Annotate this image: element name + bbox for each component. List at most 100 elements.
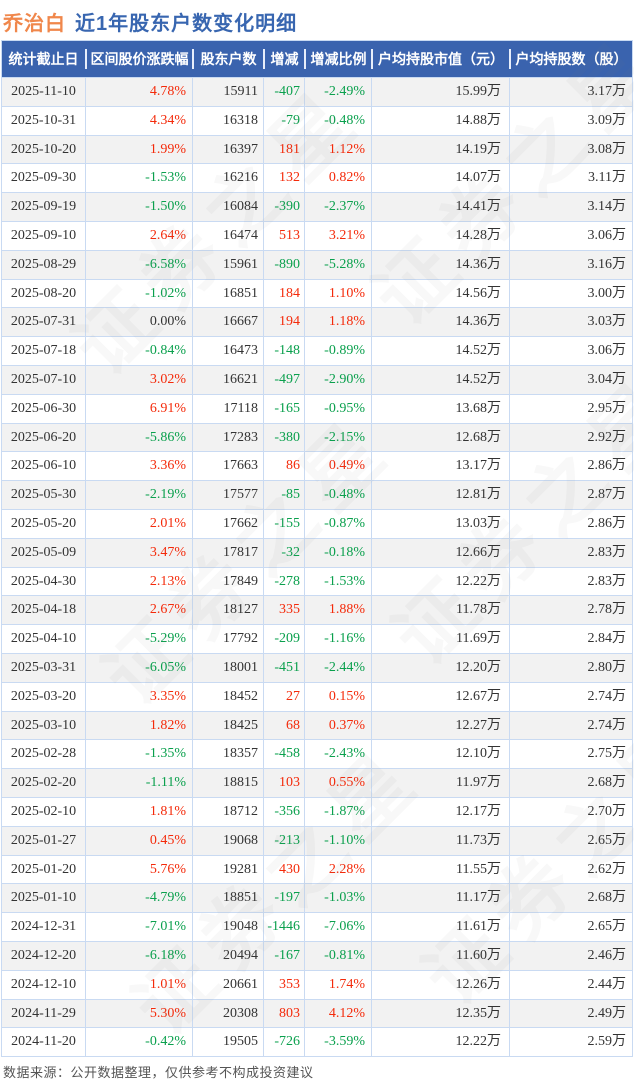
table-row: 2025-11-10 4.78% 15911 -407 -2.49% 15.99万 3.17… [2, 77, 632, 106]
cell-avg-value: 14.19万 [371, 135, 509, 164]
cell-delta-pct: -2.44% [304, 653, 371, 682]
cell-delta-pct: 1.10% [304, 279, 371, 308]
cell-date: 2024-11-20 [11, 1034, 76, 1050]
cell-holder-count: 19048 [192, 913, 263, 941]
cell-avg-shares: 3.00万 [509, 279, 632, 308]
cell-date: 2024-12-31 [10, 919, 77, 935]
cell-delta: 513 [263, 221, 304, 250]
header-avg-shares: 户均持股数（股） [509, 49, 632, 69]
table-row: 2025-07-18 -0.84% 16473 -148 -0.89% 14.52万 3.0… [2, 336, 632, 365]
cell-delta: -79 [263, 106, 304, 135]
cell-delta: -213 [263, 826, 304, 855]
table-row: 2025-07-10 3.02% 16621 -497 -2.90% 14.52万 3.04… [2, 364, 632, 394]
cell-delta-pct: -0.48% [304, 106, 371, 135]
cell-avg-value: 14.88万 [371, 106, 509, 135]
table-row: 2025-04-10 -5.29% 17792 -209 -1.16% 11.69万 2.8… [2, 624, 632, 653]
header-avg-value: 户均持股市值（元） [371, 49, 509, 69]
cell-price-change: 2.13% [85, 567, 192, 596]
table-header-row: 统计截止日 区间股价涨跌幅 股东户数 增减 增减比例 户均持股市值（元） 户均持… [2, 41, 632, 77]
cell-date: 2025-03-10 [10, 717, 77, 733]
cell-avg-value: 12.22万 [371, 1028, 509, 1057]
cell-avg-shares: 3.16万 [509, 250, 632, 279]
cell-date: 2025-02-10 [10, 803, 77, 819]
cell-delta-pct: -2.90% [304, 365, 371, 394]
cell-date: 2025-01-27 [10, 832, 77, 848]
cell-holder-count: 17577 [192, 481, 263, 509]
cell-avg-shares: 2.86万 [509, 452, 632, 481]
cell-avg-value: 14.28万 [371, 221, 509, 250]
cell-delta: 181 [263, 135, 304, 164]
cell-price-change: 0.45% [85, 826, 192, 855]
cell-avg-value: 11.60万 [371, 941, 509, 970]
cell-avg-value: 11.55万 [371, 855, 509, 884]
cell-price-change: -6.18% [85, 941, 192, 970]
table-row: 2025-08-20 -1.02% 16851 184 1.10% 14.56万 3.00万 [2, 278, 632, 308]
table-row: 2025-05-30 -2.19% 17577 -85 -0.48% 12.81万 2.87… [2, 480, 632, 509]
cell-holder-count: 16851 [192, 279, 263, 308]
table-row: 2024-11-29 5.30% 20308 803 4.12% 12.35万 2.49万 [2, 998, 632, 1028]
cell-avg-value: 12.17万 [371, 797, 509, 826]
cell-delta-pct: -1.53% [304, 567, 371, 596]
cell-delta: -148 [263, 337, 304, 365]
cell-delta: -390 [263, 193, 304, 221]
page-title: 乔治白 近1年股东户数变化明细 [0, 0, 634, 40]
cell-holder-count: 17849 [192, 567, 263, 596]
cell-avg-value: 14.41万 [371, 193, 509, 221]
cell-date: 2025-03-31 [10, 659, 77, 675]
cell-delta-pct: -2.15% [304, 423, 371, 452]
cell-delta-pct: -2.43% [304, 740, 371, 769]
cell-delta: -209 [263, 625, 304, 653]
cell-delta-pct: 1.88% [304, 596, 371, 625]
cell-avg-value: 12.10万 [371, 740, 509, 769]
cell-avg-shares: 2.80万 [509, 653, 632, 682]
cell-avg-shares: 2.65万 [509, 913, 632, 941]
cell-delta-pct: -2.49% [304, 78, 371, 106]
cell-delta: -726 [263, 1028, 304, 1057]
cell-price-change: 4.34% [85, 106, 192, 135]
cell-holder-count: 17792 [192, 625, 263, 653]
cell-price-change: 2.67% [85, 596, 192, 625]
cell-avg-value: 14.36万 [371, 250, 509, 279]
cell-avg-value: 11.17万 [371, 884, 509, 913]
table-row: 2025-06-20 -5.86% 17283 -380 -2.15% 12.68万 2.9… [2, 422, 632, 452]
cell-avg-value: 13.68万 [371, 394, 509, 423]
cell-holder-count: 16397 [192, 135, 263, 164]
cell-date: 2024-12-10 [10, 976, 77, 992]
cell-delta-pct: 2.28% [304, 855, 371, 884]
table-row: 2025-01-27 0.45% 19068 -213 -1.10% 11.73万 2.65… [2, 825, 632, 855]
cell-holder-count: 17662 [192, 509, 263, 538]
cell-avg-shares: 2.74万 [509, 682, 632, 711]
cell-price-change: 1.81% [85, 797, 192, 826]
cell-avg-value: 11.78万 [371, 596, 509, 625]
cell-price-change: -1.35% [85, 740, 192, 769]
cell-delta: 194 [263, 308, 304, 337]
cell-avg-shares: 2.78万 [509, 596, 632, 625]
cell-delta: 86 [263, 452, 304, 481]
cell-avg-shares: 2.44万 [509, 970, 632, 999]
cell-date: 2025-07-31 [10, 314, 77, 330]
table-row: 2025-01-20 5.76% 19281 430 2.28% 11.55万 2.62万 [2, 854, 632, 884]
cell-price-change: 1.99% [85, 135, 192, 164]
cell-avg-value: 13.03万 [371, 509, 509, 538]
cell-holder-count: 17817 [192, 538, 263, 567]
cell-holder-count: 16667 [192, 308, 263, 337]
table-body: 2025-11-10 4.78% 15911 -407 -2.49% 15.99万 3.17… [2, 77, 632, 1057]
cell-avg-value: 12.26万 [371, 970, 509, 999]
cell-avg-value: 15.99万 [371, 78, 509, 106]
cell-avg-value: 14.52万 [371, 337, 509, 365]
cell-holder-count: 18357 [192, 740, 263, 769]
cell-delta: -458 [263, 740, 304, 769]
shareholder-table: 统计截止日 区间股价涨跌幅 股东户数 增减 增减比例 户均持股市值（元） 户均持… [1, 40, 633, 1058]
cell-avg-shares: 2.83万 [509, 538, 632, 567]
cell-delta-pct: 0.37% [304, 711, 371, 740]
cell-delta-pct: -1.03% [304, 884, 371, 913]
cell-holder-count: 16473 [192, 337, 263, 365]
cell-avg-value: 13.17万 [371, 452, 509, 481]
cell-date: 2025-04-10 [10, 631, 77, 647]
cell-price-change: -1.02% [85, 279, 192, 308]
cell-price-change: -6.05% [85, 653, 192, 682]
cell-price-change: 3.02% [85, 365, 192, 394]
header-delta: 增减 [263, 49, 304, 69]
cell-avg-shares: 3.14万 [509, 193, 632, 221]
cell-price-change: -5.86% [85, 423, 192, 452]
